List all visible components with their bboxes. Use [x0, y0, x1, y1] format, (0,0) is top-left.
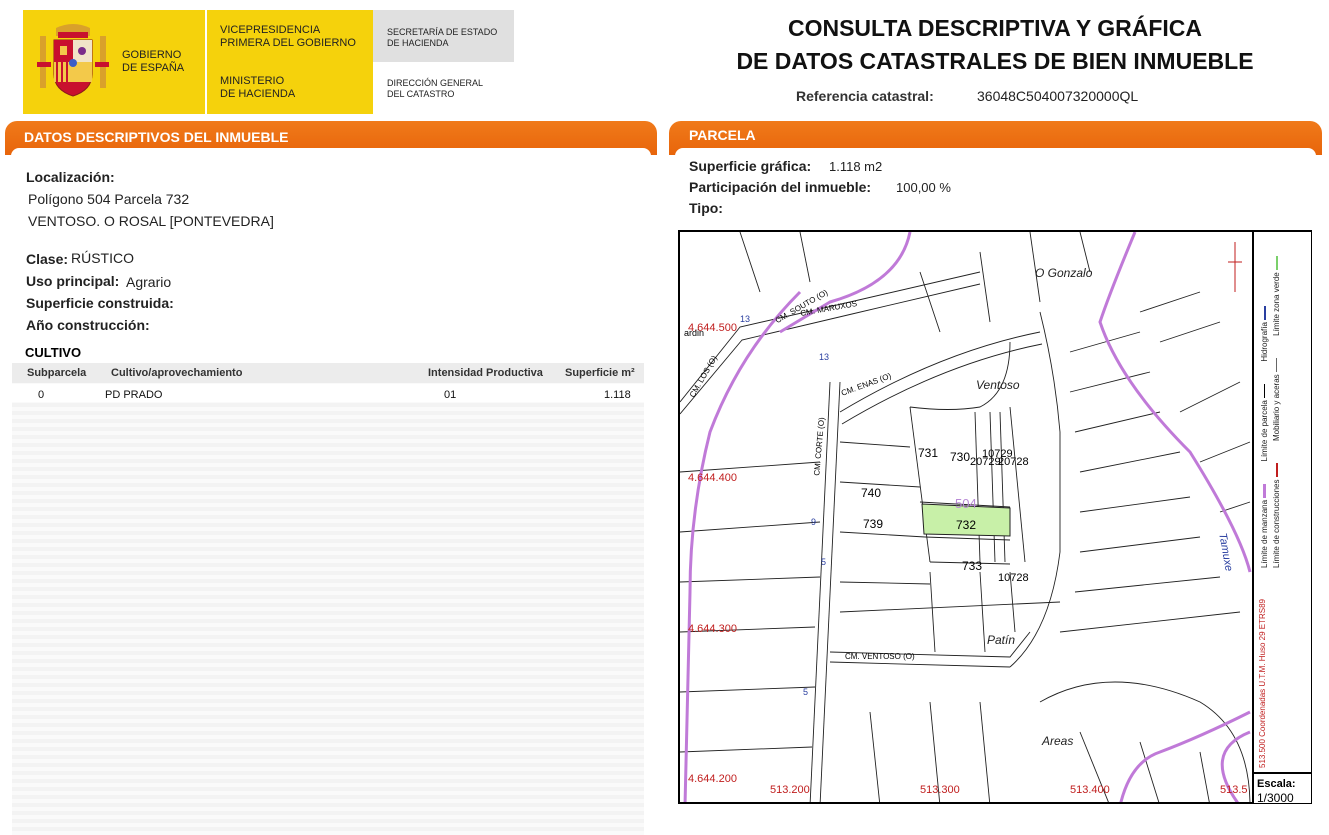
localizacion-label: Localización:: [26, 169, 115, 185]
aceras-line-icon: [1276, 358, 1278, 373]
legend-item: Límite de construcciones: [1272, 479, 1281, 569]
y-coordinate: 4.644.300: [688, 623, 737, 635]
road-number: 13: [740, 314, 751, 324]
road-number: 9: [811, 517, 817, 527]
y-coordinate: 4.644.200: [688, 773, 737, 785]
secretaria-text: SECRETARÍA DE ESTADO DE HACIENDA: [387, 27, 498, 48]
legend-item: Límite de parcela: [1260, 400, 1269, 462]
cultivo-table: Subparcela Cultivo/aprovechamiento Inten…: [12, 363, 644, 835]
coat-of-arms-logo: [37, 24, 109, 97]
localizacion-line-2: VENTOSO. O ROSAL [PONTEVEDRA]: [28, 213, 274, 229]
cell-intensidad: 01: [444, 389, 457, 401]
gobierno-espana-text: GOBIERNO DE ESPAÑA: [122, 49, 185, 74]
col-intensidad: Intensidad Productiva: [428, 367, 543, 379]
parcel-label: 730: [950, 450, 971, 464]
direccion-text: DIRECCIÓN GENERAL DEL CATASTRO: [387, 78, 484, 99]
col-cultivo: Cultivo/aprovechamiento: [111, 367, 243, 379]
cadastral-map[interactable]: O Gonzalo Ventoso Patín Areas Tamuxe 731…: [678, 230, 1312, 804]
place-name: Ventoso: [976, 378, 1020, 392]
cell-superficie: 1.118: [604, 389, 631, 401]
parcel-label: 20729: [970, 456, 1001, 468]
cell-cultivo: PD PRADO: [105, 389, 163, 401]
parcela-line-icon: [1264, 383, 1266, 398]
corner-label: ardin: [684, 328, 705, 338]
polygon-label: 504: [955, 496, 977, 511]
y-coordinate: 4.644.400: [688, 472, 737, 484]
construcciones-line-icon: [1275, 463, 1278, 478]
legend-item: Hidrografía: [1260, 322, 1269, 362]
x-coordinate: 513.400: [1070, 784, 1110, 796]
superficie-grafica-value: 1.118 m2: [829, 159, 883, 174]
legend-item: Mobiliario y aceras: [1272, 374, 1281, 442]
tipo-label: Tipo:: [689, 200, 723, 216]
logo-divider: [205, 10, 207, 114]
highlighted-parcel-label[interactable]: 732: [956, 518, 976, 532]
participacion-value: 100,00 %: [896, 180, 951, 195]
localizacion-line-1: Polígono 504 Parcela 732: [28, 191, 190, 207]
place-name: Areas: [1042, 734, 1074, 748]
participacion-label: Participación del inmueble:: [689, 179, 872, 195]
x-coordinate: 513.300: [920, 784, 960, 796]
hidrografia-line-icon: [1263, 305, 1266, 320]
parcel-label: 20728: [998, 456, 1029, 468]
parcela-tab-bar: [669, 121, 1322, 156]
place-name: O Gonzalo: [1035, 266, 1093, 280]
col-superficie: Superficie m²: [565, 367, 635, 379]
clase-value: RÚSTICO: [71, 250, 134, 266]
manzana-line-icon: [1263, 483, 1267, 498]
x-coordinate: 513.5: [1220, 784, 1248, 796]
ref-catastral-value: 36048C504007320000QL: [977, 88, 1139, 104]
uso-principal-label: Uso principal:: [26, 273, 120, 289]
parcel-label: 739: [863, 517, 884, 531]
legend-item: Límite zona verde: [1272, 272, 1281, 336]
zona-verde-line-icon: [1275, 256, 1278, 271]
parcel-label: 10728: [998, 572, 1029, 584]
scale-box: Escala: 1/3000: [1254, 772, 1311, 805]
ref-catastral-label: Referencia catastral:: [796, 88, 934, 104]
cell-subparcela: 0: [38, 389, 45, 401]
coord-system-label: 513.500 Coordenadas U.T.M. Huso 29 ETRS8…: [1258, 599, 1267, 768]
road-label: CM. VENTOSO (O): [845, 652, 915, 661]
parcel-label: 731: [918, 446, 939, 460]
road-number: 13: [819, 352, 830, 362]
place-name: Patín: [987, 633, 1016, 647]
map-legend: 513.500 Coordenadas U.T.M. Huso 29 ETRS8…: [1254, 232, 1311, 772]
cultivo-title: CULTIVO: [25, 345, 82, 360]
parcela-tab-title: PARCELA: [689, 127, 756, 143]
vicepresidencia-text: VICEPRESIDENCIA PRIMERA DEL GOBIERNO: [220, 24, 356, 49]
parcel-label: 733: [962, 559, 983, 573]
road-number: 5: [803, 687, 809, 697]
scale-label: Escala:: [1257, 778, 1296, 790]
road-number: 5: [821, 557, 827, 567]
anio-construccion-label: Año construcción:: [26, 317, 150, 333]
superficie-construida-label: Superficie construida:: [26, 295, 174, 311]
cultivo-table-header: Subparcela Cultivo/aprovechamiento Inten…: [12, 363, 644, 383]
scale-value: 1/3000: [1257, 791, 1294, 805]
page-title: CONSULTA DESCRIPTIVA Y GRÁFICA DE DATOS …: [736, 15, 1254, 74]
col-subparcela: Subparcela: [27, 367, 87, 379]
parcel-label: 740: [861, 486, 882, 500]
clase-label: Clase:: [26, 251, 69, 267]
ministerio-text: MINISTERIO DE HACIENDA: [220, 75, 296, 100]
uso-principal-value: Agrario: [126, 274, 172, 290]
descriptivos-tab-title: DATOS DESCRIPTIVOS DEL INMUEBLE: [24, 129, 289, 145]
x-coordinate: 513.200: [770, 784, 810, 796]
legend-item: Límite de manzana: [1260, 499, 1269, 568]
superficie-grafica-label: Superficie gráfica:: [689, 158, 812, 174]
